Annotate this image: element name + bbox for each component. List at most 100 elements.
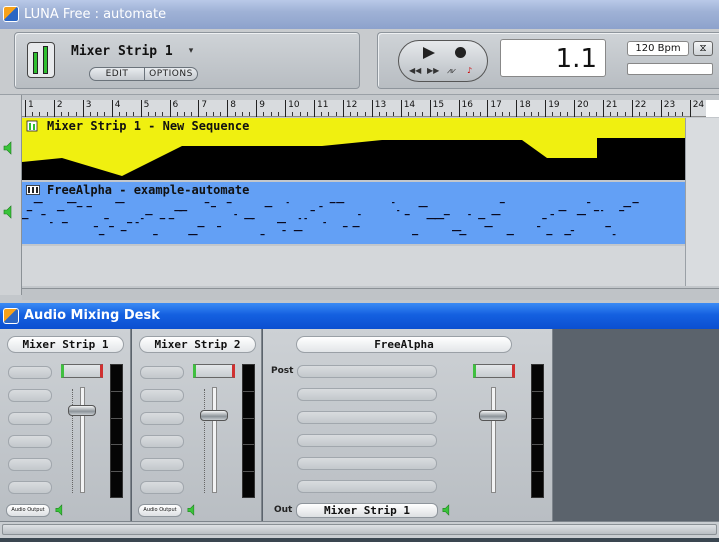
output-selector[interactable]: Mixer Strip 1 [296, 503, 438, 518]
midi-note [115, 202, 125, 204]
send-slot[interactable] [297, 457, 437, 470]
edit-button[interactable]: EDIT [89, 67, 145, 81]
fader-track [491, 387, 496, 493]
ruler-minor-tick [263, 112, 265, 116]
level-meter [531, 364, 544, 498]
midi-note [319, 206, 323, 208]
peak-indicator[interactable] [61, 364, 103, 378]
ruler-minor-tick [241, 112, 243, 116]
meter-segment [532, 391, 543, 392]
transport-controls: ◀◀ ▶▶ ⩘⩗ ♪ [398, 40, 488, 82]
insert-slot[interactable] [140, 435, 184, 448]
peak-indicator[interactable] [473, 364, 515, 378]
midi-note [56, 210, 65, 212]
midi-note [98, 234, 105, 236]
mixer-bottom-edge [0, 538, 719, 542]
fader-track [80, 387, 85, 493]
midi-note [418, 206, 428, 208]
rewind-icon[interactable]: ◀◀ [409, 66, 421, 75]
play-icon[interactable] [417, 44, 439, 62]
midi-note [484, 226, 493, 228]
fast-forward-icon[interactable]: ▶▶ [427, 66, 439, 75]
ruler-minor-tick [559, 112, 561, 116]
midi-note [26, 210, 33, 212]
output-selector[interactable]: Audio Output [6, 504, 50, 517]
insert-slot[interactable] [8, 389, 52, 402]
volume-fader[interactable] [200, 410, 228, 421]
ruler-minor-tick [205, 112, 207, 116]
metronome-icon[interactable]: ⧖ [693, 41, 713, 56]
insert-slot[interactable] [8, 481, 52, 494]
ruler-minor-tick [653, 112, 655, 116]
record-icon[interactable] [455, 47, 466, 58]
strip-title[interactable]: Mixer Strip 1 [7, 336, 124, 353]
ruler-minor-tick [465, 112, 467, 116]
insert-slot[interactable] [8, 366, 52, 379]
fader-scale [204, 389, 210, 493]
midi-note [251, 218, 255, 220]
ruler-minor-tick [422, 112, 424, 116]
insert-slot[interactable] [140, 389, 184, 402]
tempo-slider[interactable] [627, 63, 713, 75]
empty-track-area[interactable] [22, 246, 685, 286]
speaker-icon[interactable] [3, 141, 17, 155]
track-lane-freealpha[interactable]: FreeAlpha - example-automate [22, 182, 685, 244]
send-slot[interactable] [297, 411, 437, 424]
track-lane-mixer-strip-1[interactable]: Mixer Strip 1 - New Sequence [22, 118, 685, 180]
midi-note [127, 222, 133, 224]
midi-note [234, 214, 237, 216]
post-label: Post [271, 366, 294, 376]
speaker-icon[interactable] [3, 205, 17, 219]
midi-note [168, 218, 175, 220]
ruler-bar-number: 22 [634, 100, 647, 110]
luna-title-bar[interactable]: LUNA Free : automate [0, 0, 719, 29]
timeline-ruler[interactable]: 1 2 3 4 5 6 7 8 9 10 11 12 13 14 15 16 17 18 19 20 21 22 23 24 [22, 100, 719, 117]
ruler-bar-number: 4 [114, 100, 121, 110]
ruler-minor-tick [97, 112, 99, 116]
mixer-title-bar[interactable]: Audio Mixing Desk [0, 303, 719, 329]
send-slot[interactable] [297, 434, 437, 447]
mixer-scrollbar[interactable] [0, 521, 719, 538]
ruler-minor-tick [162, 112, 164, 116]
midi-note [286, 202, 289, 204]
ruler-bar-number: 2 [56, 100, 63, 110]
speaker-icon[interactable] [187, 504, 199, 516]
options-button[interactable]: OPTIONS [144, 67, 198, 81]
ruler-minor-tick [501, 112, 503, 116]
send-slot[interactable] [297, 388, 437, 401]
insert-slot[interactable] [140, 481, 184, 494]
midi-note [179, 210, 188, 212]
ruler-minor-tick [46, 112, 48, 116]
scroll-thumb[interactable] [2, 524, 717, 535]
insert-slot[interactable] [8, 435, 52, 448]
volume-fader[interactable] [479, 410, 507, 421]
speaker-icon[interactable] [55, 504, 67, 516]
send-slot[interactable] [297, 480, 437, 493]
ruler-bar-22: 22 [631, 100, 646, 117]
timeline-scrollbar[interactable] [22, 288, 719, 300]
output-selector[interactable]: Audio Output [138, 504, 182, 517]
click-icon[interactable]: ♪ [467, 66, 472, 75]
peak-indicator[interactable] [193, 364, 235, 378]
midi-note [558, 210, 567, 212]
midi-note [342, 226, 348, 228]
speaker-icon[interactable] [442, 504, 454, 516]
insert-slot[interactable] [140, 412, 184, 425]
meter-segment [532, 444, 543, 445]
volume-fader[interactable] [68, 405, 96, 416]
insert-slot[interactable] [140, 458, 184, 471]
strip-title[interactable]: FreeAlpha [296, 336, 512, 353]
insert-slot[interactable] [8, 412, 52, 425]
chevron-down-icon[interactable]: ▾ [185, 46, 197, 58]
send-slot[interactable] [297, 365, 437, 378]
insert-slot[interactable] [140, 366, 184, 379]
loop-icon[interactable]: ⩘⩗ [447, 66, 456, 76]
ruler-bar-number: 8 [230, 100, 237, 110]
ruler-minor-tick [212, 112, 214, 116]
strip-selector-panel: Mixer Strip 1 ▾ EDIT OPTIONS [14, 32, 360, 89]
insert-slot[interactable] [8, 458, 52, 471]
strip-title[interactable]: Mixer Strip 2 [139, 336, 256, 353]
tempo-display[interactable]: 120 Bpm [627, 41, 689, 56]
ruler-bar-14: 14 [400, 100, 415, 117]
mixer-app-icon [3, 308, 19, 324]
